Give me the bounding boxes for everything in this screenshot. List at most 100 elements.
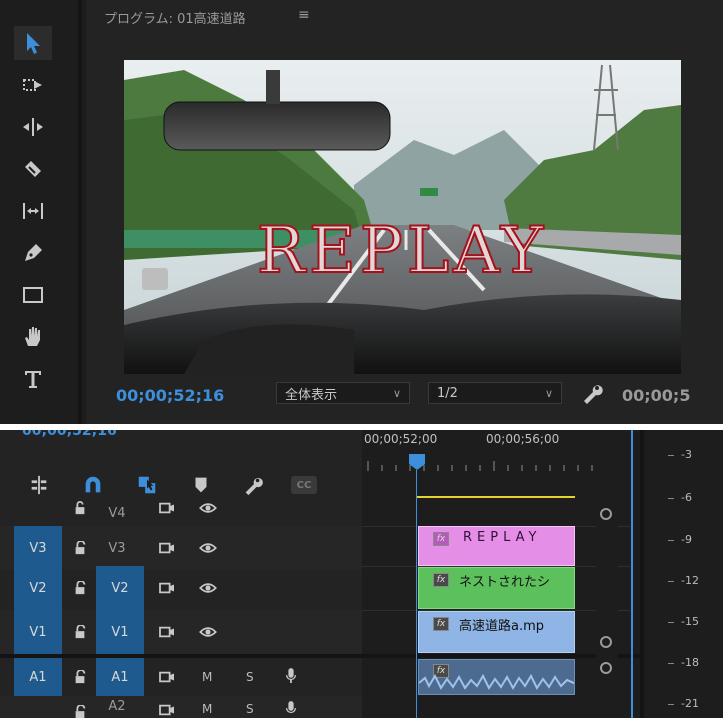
current-timecode[interactable]: 00;00;52;16 — [116, 386, 224, 405]
timeline-panel: 00;00;52;16 CC 00;00;52;00 00;00;56;00 V… — [0, 430, 723, 718]
lock-icon[interactable] — [68, 700, 92, 718]
track-row-v2: V2 V2 — [0, 566, 362, 610]
toggle-sync-lock-icon[interactable] — [155, 620, 179, 644]
meter-label: -21 — [681, 697, 699, 710]
fit-dropdown-value: 全体表示 — [285, 387, 338, 403]
chevron-down-icon: ∨ — [392, 386, 401, 400]
type-icon[interactable] — [14, 362, 52, 396]
meter-tick — [668, 455, 674, 456]
track-row-v4: V4 — [0, 500, 362, 526]
microphone-icon[interactable] — [284, 700, 298, 718]
panel-menu-icon[interactable]: ≡ — [298, 7, 310, 23]
track-target-v1[interactable]: V1 — [96, 610, 144, 654]
source-patch-v2[interactable]: V2 — [14, 566, 62, 610]
fx-badge: fx — [433, 617, 449, 631]
toggle-sync-lock-icon[interactable] — [155, 665, 179, 689]
track-select-forward-icon[interactable] — [14, 68, 52, 102]
lock-icon[interactable] — [68, 576, 92, 600]
meter-tick — [668, 498, 674, 499]
pen-icon[interactable] — [14, 236, 52, 270]
solo-button[interactable]: S — [246, 670, 254, 684]
clip-audio-a1[interactable]: fx — [418, 659, 575, 695]
scroll-handle[interactable] — [600, 662, 612, 674]
slip-icon[interactable] — [14, 194, 52, 228]
toggle-sync-lock-icon[interactable] — [155, 536, 179, 560]
eye-icon[interactable] — [196, 620, 220, 644]
lock-icon[interactable] — [68, 536, 92, 560]
vertical-zoom-scrollbar[interactable] — [596, 500, 618, 718]
insert-nest-icon[interactable] — [26, 472, 52, 498]
meter-label: -18 — [681, 656, 699, 669]
scroll-handle[interactable] — [600, 508, 612, 520]
rectangle-icon[interactable] — [14, 278, 52, 312]
clip-replay[interactable]: fx REPLAY — [418, 526, 575, 566]
playhead-line — [416, 470, 417, 718]
lock-icon[interactable] — [68, 496, 92, 520]
fx-badge: fx — [433, 532, 449, 546]
meter-tick — [668, 622, 674, 623]
meter-label: -9 — [681, 533, 692, 546]
replay-overlay-text: REPLAY — [257, 214, 547, 288]
clip-name: REPLAY — [463, 530, 542, 545]
source-patch-v3[interactable]: V3 — [14, 526, 62, 570]
meter-label: -3 — [681, 448, 692, 461]
eye-icon[interactable] — [196, 576, 220, 600]
fx-badge: fx — [433, 573, 449, 587]
program-video-frame[interactable]: REPLAY — [124, 60, 681, 374]
selection-tool-icon[interactable] — [14, 26, 52, 60]
panel-divider[interactable] — [78, 0, 82, 424]
toggle-sync-lock-icon[interactable] — [155, 698, 179, 718]
chevron-down-icon: ∨ — [544, 386, 553, 400]
lock-icon[interactable] — [68, 620, 92, 644]
add-marker-icon[interactable] — [188, 472, 214, 498]
eye-icon[interactable] — [196, 496, 220, 520]
mute-button[interactable]: M — [202, 670, 212, 684]
meter-tick — [668, 704, 674, 705]
toggle-sync-lock-icon[interactable] — [155, 576, 179, 600]
clip-name: 高速道路a.mp — [459, 619, 545, 634]
work-area-bar[interactable] — [417, 496, 575, 498]
resolution-dropdown[interactable]: 1/2 ∨ — [428, 382, 562, 404]
ruler-label: 00;00;56;00 — [486, 432, 560, 446]
razor-icon[interactable] — [14, 152, 52, 186]
solo-button[interactable]: S — [246, 702, 254, 716]
source-patch-a1[interactable]: A1 — [14, 658, 62, 696]
track-target-v2[interactable]: V2 — [96, 566, 144, 610]
captions-button[interactable]: CC — [291, 476, 317, 494]
track-row-v1: V1 V1 — [0, 610, 362, 654]
wrench-icon[interactable] — [580, 381, 604, 405]
microphone-icon[interactable] — [284, 666, 298, 690]
track-label[interactable]: A2 — [93, 688, 141, 718]
mute-button[interactable]: M — [202, 702, 212, 716]
ruler-label: 00;00;52;00 — [364, 432, 438, 446]
fit-dropdown[interactable]: 全体表示 ∨ — [276, 382, 410, 404]
track-row-a2: A2 M S — [0, 696, 362, 718]
meter-label: -15 — [681, 615, 699, 628]
scroll-handle[interactable] — [600, 636, 612, 648]
clip-name: ネストされたシ — [459, 575, 551, 590]
track-row-v3: V3 V3 — [0, 526, 362, 570]
timeline-settings-wrench-icon[interactable] — [240, 472, 266, 498]
audio-waveform — [419, 673, 574, 691]
meter-tick — [668, 581, 674, 582]
timeline-timecode[interactable]: 00;00;52;16 — [22, 430, 117, 439]
hand-icon[interactable] — [14, 320, 52, 354]
clip-highway-video[interactable]: fx 高速道路a.mp — [418, 611, 575, 653]
clip-nested-sequence[interactable]: fx ネストされたシ — [418, 567, 575, 609]
program-monitor-title[interactable]: プログラム: 01高速道路 — [104, 8, 246, 27]
meter-label: -12 — [681, 574, 699, 587]
duration-timecode: 00;00;5 — [622, 386, 691, 405]
playhead-handle[interactable] — [409, 454, 425, 470]
source-patch-v1[interactable]: V1 — [14, 610, 62, 654]
track-label[interactable]: V3 — [93, 526, 141, 570]
program-monitor-area: プログラム: 01高速道路 ≡ REPLAY 00;00;52;16 全体表示 … — [0, 0, 723, 424]
meter-label: -6 — [681, 491, 692, 504]
panel-divider[interactable] — [631, 430, 633, 718]
meter-tick — [668, 540, 674, 541]
resolution-dropdown-value: 1/2 — [437, 385, 458, 401]
toggle-sync-lock-icon[interactable] — [155, 496, 179, 520]
eye-icon[interactable] — [196, 536, 220, 560]
lock-icon[interactable] — [68, 665, 92, 689]
tools-panel — [0, 0, 72, 424]
ripple-edit-icon[interactable] — [14, 110, 52, 144]
